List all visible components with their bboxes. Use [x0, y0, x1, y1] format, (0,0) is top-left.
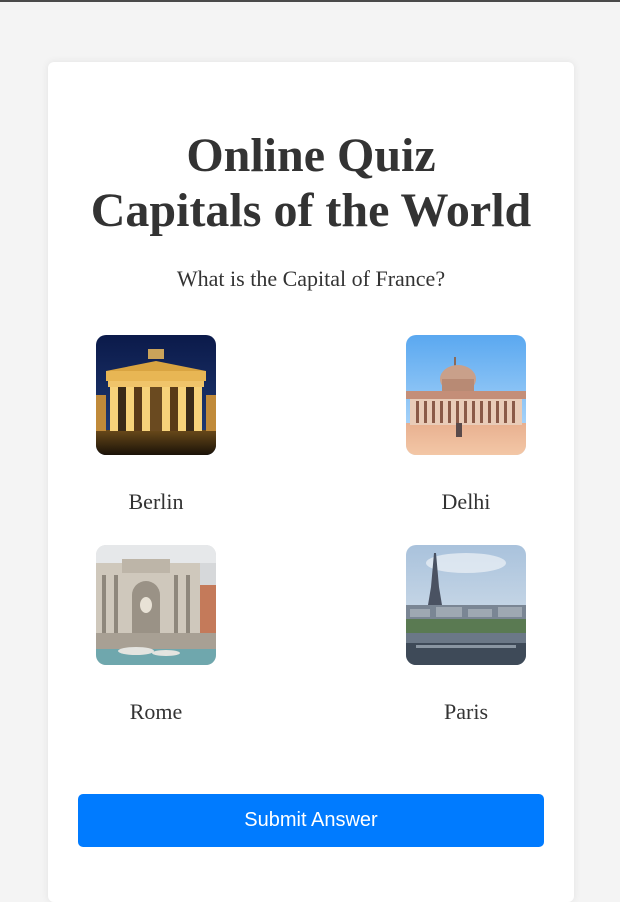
option-label-rome: Rome	[129, 699, 183, 724]
quiz-title: Online Quiz Capitals of the World	[48, 128, 574, 238]
option-label-delhi: Delhi	[441, 489, 491, 514]
rashtrapati-bhavan-image[interactable]	[406, 335, 526, 455]
option-label-berlin: Berlin	[128, 489, 184, 514]
quiz-title-line-2: Capitals of the World	[90, 184, 532, 237]
quiz-card: Online Quiz Capitals of the World What i…	[48, 62, 574, 902]
eiffel-tower-image[interactable]	[406, 545, 526, 665]
top-border	[0, 0, 620, 2]
submit-answer-button[interactable]: Submit Answer	[78, 794, 544, 847]
brandenburg-gate-image[interactable]	[96, 335, 216, 455]
question-text: What is the Capital of France?	[176, 266, 446, 291]
option-label-paris: Paris	[444, 699, 488, 724]
trevi-fountain-image[interactable]	[96, 545, 216, 665]
quiz-title-line-1: Online Quiz	[186, 129, 436, 182]
